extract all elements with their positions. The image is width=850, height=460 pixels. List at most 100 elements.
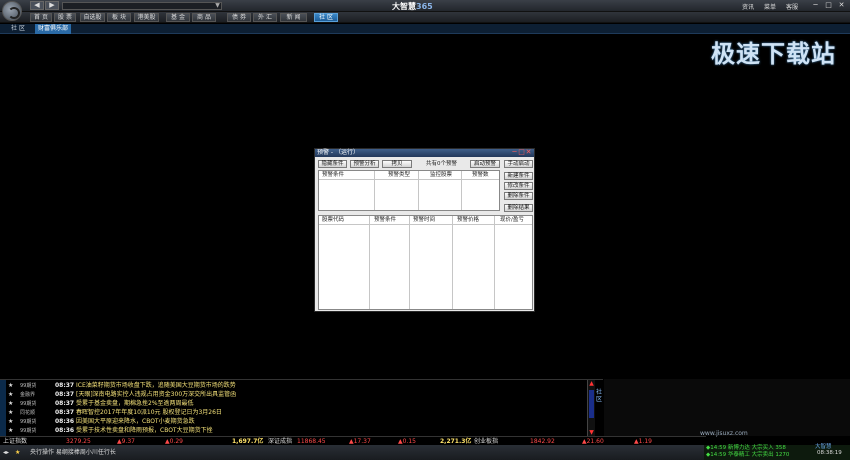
forward-button[interactable]: ▶ <box>45 1 59 10</box>
title-bar: ◀ ▶ ▼ 大智慧365 资讯 菜单 客服 ─ □ ✕ <box>0 0 850 21</box>
nav-tab-home[interactable]: 首 页 <box>30 13 52 22</box>
star-icon[interactable]: ★ <box>8 391 13 399</box>
col-monitored: 监控股票 <box>430 172 453 178</box>
edit-condition-button[interactable]: 修改条件 <box>504 182 533 190</box>
scroll-up-icon[interactable]: ▲ <box>588 380 595 387</box>
menu-main[interactable]: 菜单 <box>764 2 776 11</box>
col-price-pnl: 现价/盈亏 <box>500 217 524 223</box>
col-divider <box>461 171 462 210</box>
news-time: 08:36 <box>55 427 75 434</box>
col-divider <box>452 216 453 309</box>
clock: 08:38:19 <box>817 450 842 456</box>
news-time: 08:37 <box>55 391 75 398</box>
copy-button[interactable]: 拷贝 <box>382 160 412 168</box>
nav-tab-hk-us[interactable]: 港美股 <box>134 13 159 22</box>
col-count: 预警数 <box>472 172 489 178</box>
dialog-minimize-icon[interactable]: ─ <box>511 148 518 156</box>
news-headline[interactable]: 受累于技术性卖盘和降雨预报，CBOT大豆期货下挫 <box>76 427 213 435</box>
news-item[interactable]: ★ 同花顺 08:37 春晖智控2017年年度10派10元 股权登记日为3月26… <box>0 409 590 417</box>
star-icon[interactable]: ★ <box>8 427 13 435</box>
star-icon[interactable]: ★ <box>8 382 13 390</box>
news-item[interactable]: ★ 99期货 08:36 因美国大平原迎来降水，CBOT小麦期货急跌 <box>0 418 590 426</box>
top-menu: 资讯 菜单 客服 <box>742 2 798 11</box>
scroll-thumb[interactable] <box>589 390 594 418</box>
star-icon[interactable]: ★ <box>8 409 13 417</box>
nav-tab-funds[interactable]: 基 金 <box>166 13 190 22</box>
sub-tab-community[interactable]: 社 区 <box>4 24 32 34</box>
nav-tab-sectors[interactable]: 板 块 <box>107 13 131 22</box>
star-icon: ★ <box>15 449 21 456</box>
star-icon[interactable]: ★ <box>8 418 13 426</box>
col-divider <box>369 216 370 309</box>
star-icon[interactable]: ★ <box>8 400 13 408</box>
dialog-title: 预警 - （运行） <box>315 149 534 157</box>
alert-analysis-button[interactable]: 预警分析 <box>350 160 379 168</box>
col-divider <box>409 216 410 309</box>
maximize-button[interactable]: □ <box>823 1 834 10</box>
corner-panel <box>604 379 850 436</box>
result-table[interactable]: 股票代码 预警条件 预警时间 预警价格 现价/盈亏 <box>318 215 533 310</box>
news-headline[interactable]: 受累于基金卖盘，期棉急挫2%至逾两周最低 <box>76 400 194 408</box>
menu-service[interactable]: 客服 <box>786 2 798 11</box>
nav-tab-stocks[interactable]: 股 票 <box>54 13 76 22</box>
news-source: 金融界 <box>20 392 36 398</box>
news-source: 同花顺 <box>20 410 36 416</box>
news-scrollbar[interactable]: ▲ ▼ <box>587 380 595 437</box>
delete-condition-button[interactable]: 删除条件 <box>504 192 533 200</box>
search-input[interactable] <box>62 2 222 10</box>
headline-ticker[interactable]: 央行操作 易纲接棒周小川任行长 <box>30 445 116 460</box>
news-item[interactable]: ★ 99期货 08:36 受累于技术性卖盘和降雨预报，CBOT大豆期货下挫 <box>0 427 590 435</box>
close-button[interactable]: ✕ <box>836 1 847 10</box>
delete-result-button[interactable]: 删除结果 <box>504 204 533 212</box>
col-divider <box>374 171 375 210</box>
manual-start-button[interactable]: 手动启动 <box>504 160 533 168</box>
hide-condition-button[interactable]: 隐藏条件 <box>318 160 347 168</box>
news-item[interactable]: ★ 99期货 08:37 ICE油菜籽期货市场收盘下跌，追随美国大豆期货市场的跌… <box>0 382 590 390</box>
bottom-bar: ◂▸ ★ 央行操作 易纲接棒周小川任行长 <box>0 445 706 460</box>
brand-logo: 大智慧 <box>815 444 832 450</box>
search-dropdown-icon[interactable]: ▼ <box>213 2 222 10</box>
ticker-line: ◆14:59 新博力达 大宗买入 358 <box>706 445 786 451</box>
app-logo-icon[interactable] <box>2 1 22 21</box>
ticker-line: ◆14:59 华泰精工 大宗卖出 1270 <box>706 452 790 458</box>
news-item[interactable]: ★ 金融界 08:37 [天眼]深南电路实控人违规占用资金300万深交所出具监管… <box>0 391 590 399</box>
watermark-url: www.jisuxz.com <box>700 430 748 437</box>
news-headline[interactable]: 春晖智控2017年年度10派10元 股权登记日为3月26日 <box>76 409 222 417</box>
nav-tab-news[interactable]: 新 闻 <box>280 13 307 22</box>
scroll-down-icon[interactable]: ▼ <box>588 429 595 436</box>
community-side-label[interactable]: 社 区 <box>596 389 604 403</box>
news-headline[interactable]: 因美国大平原迎来降水，CBOT小麦期货急跌 <box>76 418 195 426</box>
nav-tab-bonds[interactable]: 债 券 <box>227 13 251 22</box>
back-button[interactable]: ◀ <box>30 1 44 10</box>
new-condition-button[interactable]: 新建条件 <box>504 172 533 180</box>
news-headline[interactable]: ICE油菜籽期货市场收盘下跌，追随美国大豆期货市场的跌势 <box>76 382 236 390</box>
nav-tab-community[interactable]: 社 区 <box>314 13 338 22</box>
news-time: 08:37 <box>55 409 75 416</box>
sub-nav: 社 区 财富俱乐部 <box>0 24 850 34</box>
main-nav: 首 页 股 票 自选股 板 块 港美股 基 金 商 品 债 券 外 汇 新 闻 … <box>0 12 850 23</box>
news-source: 99期货 <box>20 383 37 389</box>
expand-arrows-icon[interactable]: ◂▸ <box>3 445 9 460</box>
news-time: 08:36 <box>55 418 75 425</box>
col-alert-price: 预警价格 <box>457 217 480 223</box>
sub-tab-wealth-club[interactable]: 财富俱乐部 <box>35 24 71 34</box>
col-condition: 预警条件 <box>322 172 345 178</box>
row-divider <box>319 179 499 180</box>
start-alert-button[interactable]: 启动预警 <box>470 160 500 168</box>
alert-count-text: 共有0个预警 <box>426 161 457 167</box>
dialog-close-icon[interactable]: ✕ <box>525 148 532 156</box>
app-title: 大智慧365 <box>392 1 433 12</box>
nav-tab-watchlist[interactable]: 自选股 <box>80 13 105 22</box>
menu-news[interactable]: 资讯 <box>742 2 754 11</box>
minimize-button[interactable]: ─ <box>810 1 821 10</box>
dialog-maximize-icon[interactable]: □ <box>518 148 525 156</box>
nav-tab-forex[interactable]: 外 汇 <box>253 13 277 22</box>
condition-table[interactable]: 预警条件 预警类型 监控股票 预警数 <box>318 170 500 211</box>
news-item[interactable]: ★ 99期货 08:37 受累于基金卖盘，期棉急挫2%至逾两周最低 <box>0 400 590 408</box>
nav-tab-commodities[interactable]: 商 品 <box>192 13 216 22</box>
col-divider <box>418 171 419 210</box>
news-headline[interactable]: [天眼]深南电路实控人违规占用资金300万深交所出具监管函 <box>76 391 236 399</box>
app-title-brand: 大智慧 <box>392 2 416 11</box>
alert-dialog: 预警 - （运行） ─ □ ✕ 隐藏条件 预警分析 拷贝 共有0个预警 启动预警… <box>314 148 535 312</box>
col-divider <box>494 216 495 309</box>
